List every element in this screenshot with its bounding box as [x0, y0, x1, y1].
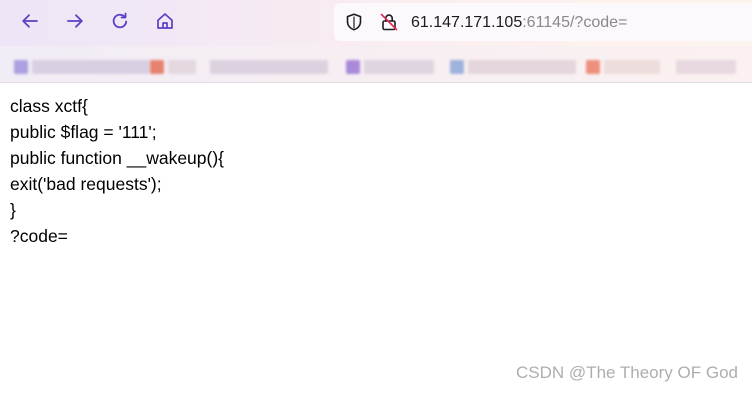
- shield-icon[interactable]: [344, 12, 364, 32]
- bookmark-item[interactable]: [604, 60, 660, 74]
- code-line: public function __wakeup(){: [10, 148, 225, 168]
- page-source-text: class xctf{ public $flag = '111'; public f…: [10, 93, 224, 249]
- bookmark-item[interactable]: [346, 60, 360, 74]
- bookmark-item[interactable]: [168, 60, 196, 74]
- url-host: 61.147.171.105: [411, 14, 523, 31]
- bookmark-item[interactable]: [676, 60, 736, 74]
- bookmark-item[interactable]: [14, 60, 28, 74]
- browser-toolbar: 61.147.171.105:61145/?code=: [0, 0, 752, 46]
- url-path: :61145/?code=: [522, 14, 628, 31]
- bookmark-item[interactable]: [32, 60, 150, 74]
- address-bar[interactable]: 61.147.171.105:61145/?code=: [334, 3, 752, 41]
- code-line: public $flag = '111';: [10, 122, 157, 142]
- url-text[interactable]: 61.147.171.105:61145/?code=: [411, 13, 627, 33]
- forward-button[interactable]: [60, 8, 90, 38]
- reload-icon: [110, 11, 130, 36]
- code-line: class xctf{: [10, 96, 88, 116]
- bookmark-item[interactable]: [468, 60, 576, 74]
- arrow-right-icon: [65, 11, 85, 36]
- back-button[interactable]: [15, 8, 45, 38]
- code-line: }: [10, 200, 16, 220]
- home-button[interactable]: [150, 8, 180, 38]
- bookmark-item[interactable]: [586, 60, 600, 74]
- arrow-left-icon: [20, 11, 40, 36]
- home-icon: [155, 11, 175, 36]
- reload-button[interactable]: [105, 8, 135, 38]
- insecure-lock-icon[interactable]: [379, 12, 399, 32]
- bookmark-item[interactable]: [210, 60, 328, 74]
- bookmark-item[interactable]: [450, 60, 464, 74]
- csdn-watermark: CSDN @The Theory OF God: [516, 363, 738, 382]
- code-line: exit('bad requests');: [10, 174, 162, 194]
- bookmark-item[interactable]: [364, 60, 434, 74]
- bookmarks-toolbar: [0, 46, 752, 83]
- bookmark-item[interactable]: [150, 60, 164, 74]
- code-line: ?code=: [10, 226, 68, 246]
